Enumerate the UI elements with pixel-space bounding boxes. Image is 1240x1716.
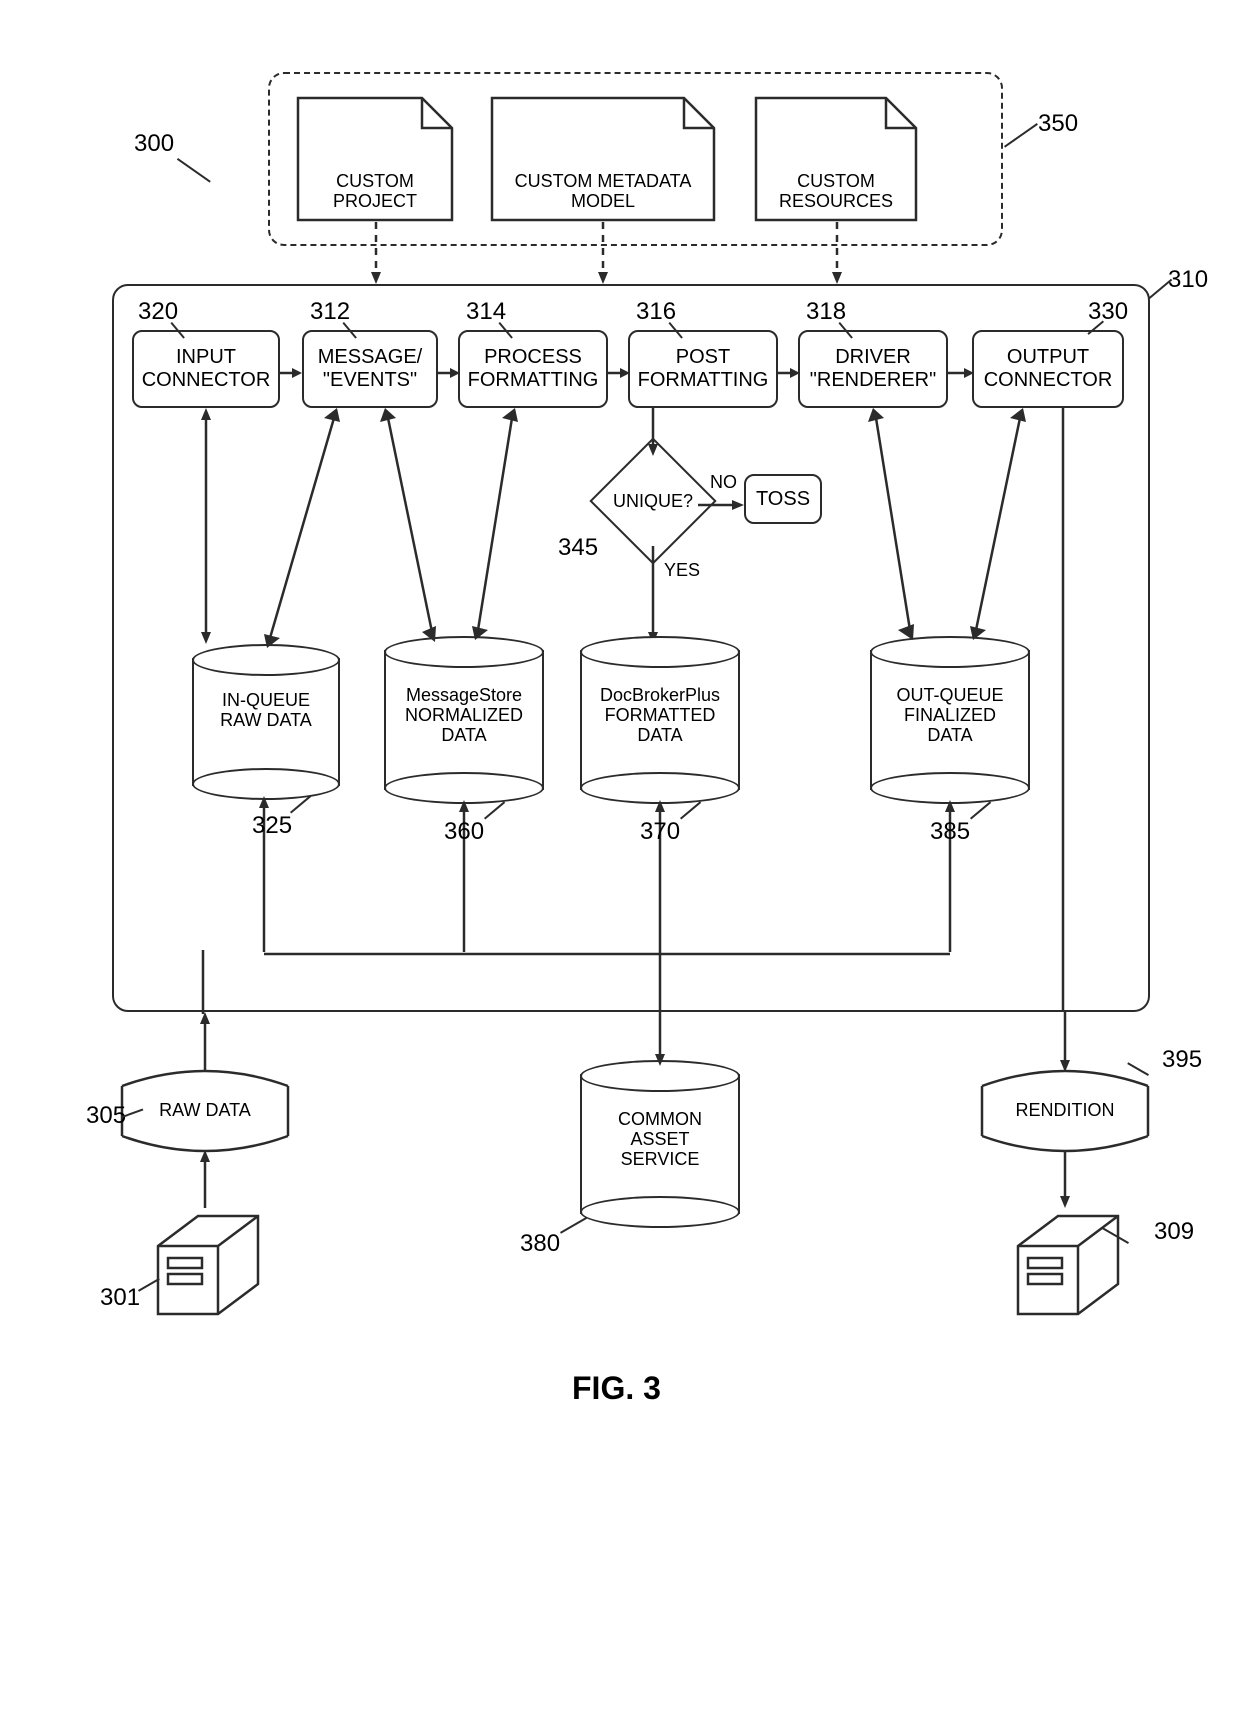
- ref-301: 301: [100, 1284, 140, 1312]
- label: RAW DATA: [120, 1100, 290, 1121]
- cyl-cas: COMMONASSETSERVICE: [580, 1060, 740, 1228]
- doc-custom-metadata-model: CUSTOM METADATAMODEL: [490, 96, 716, 222]
- label: MessageStoreNORMALIZEDDATA: [384, 686, 544, 745]
- label: POSTFORMATTING: [638, 346, 769, 392]
- rendition-channel: RENDITION: [980, 1066, 1150, 1156]
- cyl-out-queue: OUT-QUEUEFINALIZEDDATA: [870, 636, 1030, 804]
- server-301: [148, 1206, 266, 1324]
- unique-decision: UNIQUE?: [608, 456, 698, 546]
- label: OUTPUTCONNECTOR: [984, 346, 1113, 392]
- ref-345: 345: [558, 534, 598, 562]
- label: IN-QUEUERAW DATA: [192, 691, 340, 731]
- doc-custom-project: CUSTOMPROJECT: [296, 96, 454, 222]
- ref-330: 330: [1088, 298, 1128, 326]
- leader: [177, 158, 211, 183]
- ref-380: 380: [520, 1230, 560, 1258]
- arrow: [200, 1012, 210, 1070]
- process-formatting: PROCESSFORMATTING: [458, 330, 608, 408]
- label: OUT-QUEUEFINALIZEDDATA: [870, 686, 1030, 745]
- arrow: [200, 1150, 210, 1208]
- no-label: NO: [710, 472, 737, 493]
- doc-label: CUSTOMRESOURCES: [754, 172, 918, 212]
- cyl-msgstore: MessageStoreNORMALIZEDDATA: [384, 636, 544, 804]
- label: INPUTCONNECTOR: [142, 346, 271, 392]
- label: DocBrokerPlusFORMATTEDDATA: [580, 686, 740, 745]
- ref-385: 385: [930, 818, 970, 846]
- patent-figure: { "figure": {"caption": "FIG. 3"}, "refs…: [0, 0, 1240, 1716]
- server-309: [1008, 1206, 1126, 1324]
- doc-custom-resources: CUSTOMRESOURCES: [754, 96, 918, 222]
- cyl-docbroker: DocBrokerPlusFORMATTEDDATA: [580, 636, 740, 804]
- message-events: MESSAGE/"EVENTS": [302, 330, 438, 408]
- ref-350: 350: [1038, 110, 1078, 138]
- label: MESSAGE/"EVENTS": [318, 346, 422, 392]
- label: PROCESSFORMATTING: [468, 346, 599, 392]
- toss: TOSS: [744, 474, 822, 524]
- ref-309: 309: [1154, 1218, 1194, 1246]
- post-formatting: POSTFORMATTING: [628, 330, 778, 408]
- label: COMMONASSETSERVICE: [580, 1110, 740, 1169]
- doc-label: CUSTOM METADATAMODEL: [490, 172, 716, 212]
- label: DRIVER"RENDERER": [810, 346, 936, 392]
- figure-caption: FIG. 3: [572, 1370, 661, 1407]
- driver-renderer: DRIVER"RENDERER": [798, 330, 948, 408]
- doc-label: CUSTOMPROJECT: [296, 172, 454, 212]
- leader: [1004, 123, 1038, 148]
- label: TOSS: [756, 488, 810, 511]
- yes-label: YES: [664, 560, 700, 581]
- ref-370: 370: [640, 818, 680, 846]
- input-connector: INPUTCONNECTOR: [132, 330, 280, 408]
- output-connector: OUTPUTCONNECTOR: [972, 330, 1124, 408]
- ref-395: 395: [1162, 1046, 1202, 1074]
- label: RENDITION: [980, 1100, 1150, 1121]
- ref-360: 360: [444, 818, 484, 846]
- label: UNIQUE?: [608, 456, 698, 546]
- ref-300: 300: [134, 130, 174, 158]
- ref-305: 305: [86, 1102, 126, 1130]
- cyl-in-queue: IN-QUEUERAW DATA: [192, 644, 340, 800]
- raw-data-channel: RAW DATA: [120, 1066, 290, 1156]
- arrow: [1060, 1150, 1070, 1208]
- ref-310: 310: [1168, 266, 1208, 294]
- arrow: [1060, 1012, 1070, 1072]
- ref-325: 325: [252, 812, 292, 840]
